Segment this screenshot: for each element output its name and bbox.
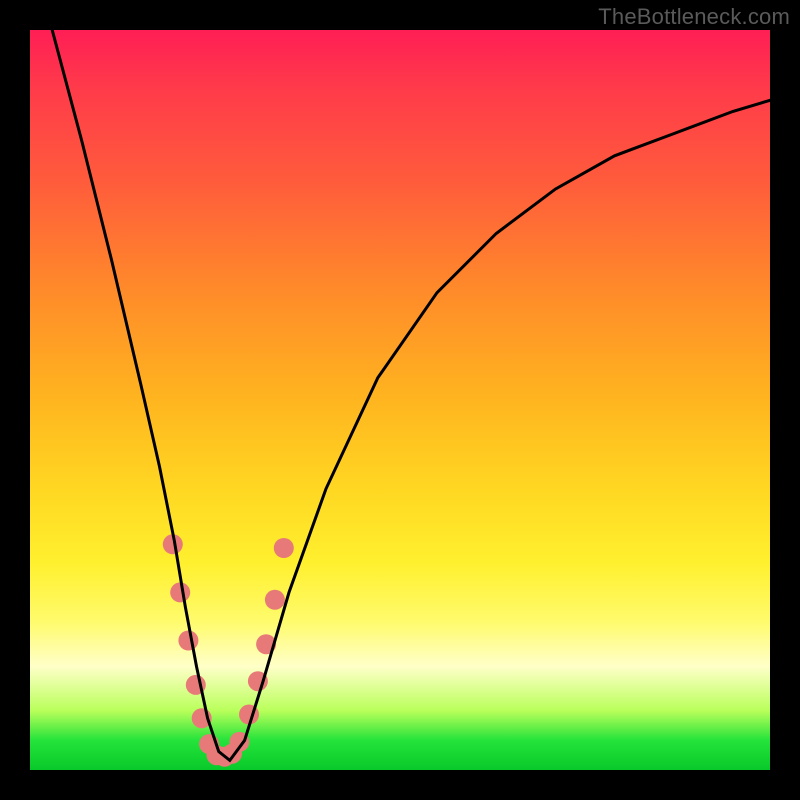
data-marker [265,590,285,610]
data-marker [170,582,190,602]
watermark-text: TheBottleneck.com [598,4,790,30]
data-marker [178,631,198,651]
bottleneck-curve [52,30,770,760]
marker-group [163,534,294,766]
data-marker [274,538,294,558]
chart-frame: TheBottleneck.com [0,0,800,800]
chart-overlay [30,30,770,770]
